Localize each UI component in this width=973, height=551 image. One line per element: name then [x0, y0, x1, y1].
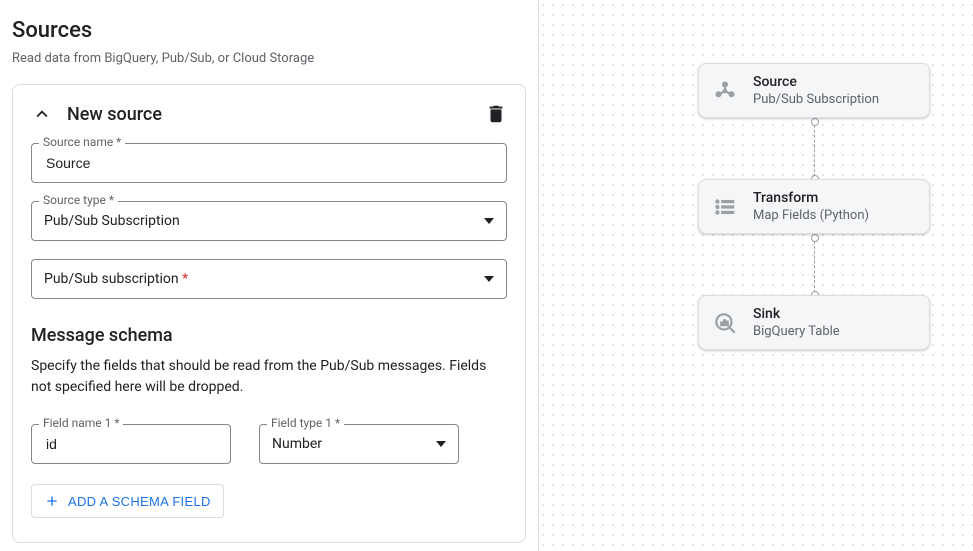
source-type-field: Source type * Pub/Sub Subscription	[31, 201, 507, 241]
field-name-input-wrap	[31, 424, 231, 464]
node-body: Transform Map Fields (Python)	[753, 190, 869, 223]
field-type-select[interactable]: Number	[259, 424, 459, 464]
card-header: New source	[31, 103, 507, 125]
sources-panel: Sources Read data from BigQuery, Pub/Sub…	[0, 0, 538, 551]
add-schema-field-button[interactable]: ADD A SCHEMA FIELD	[31, 484, 224, 518]
page-title: Sources	[12, 18, 526, 43]
subscription-field: Pub/Sub subscription *	[31, 259, 507, 299]
source-name-input[interactable]	[44, 144, 494, 182]
node-title: Sink	[753, 306, 840, 322]
list-icon	[711, 193, 739, 221]
source-name-input-wrap	[31, 143, 507, 183]
field-name-wrap: Field name 1 *	[31, 424, 231, 464]
field-type-value: Number	[272, 436, 322, 452]
schema-heading: Message schema	[31, 325, 507, 346]
node-sink[interactable]: Sink BigQuery Table	[698, 295, 930, 350]
subscription-required-star: *	[182, 271, 188, 287]
field-type-wrap: Field type 1 * Number	[259, 424, 459, 464]
pubsub-icon	[711, 77, 739, 105]
caret-down-icon	[484, 218, 494, 224]
node-body: Source Pub/Sub Subscription	[753, 74, 879, 107]
edge-source-transform	[814, 120, 815, 177]
subscription-label-text: Pub/Sub subscription	[44, 271, 182, 287]
add-schema-field-label: ADD A SCHEMA FIELD	[68, 494, 211, 509]
port-source-out[interactable]	[811, 118, 819, 126]
node-title: Source	[753, 74, 879, 90]
source-name-label: Source name *	[39, 135, 125, 149]
schema-description: Specify the fields that should be read f…	[31, 356, 507, 398]
subscription-select[interactable]: Pub/Sub subscription *	[31, 259, 507, 299]
edge-transform-sink	[814, 236, 815, 293]
caret-down-icon	[436, 441, 446, 447]
node-body: Sink BigQuery Table	[753, 306, 840, 339]
source-type-value: Pub/Sub Subscription	[44, 213, 180, 229]
source-name-field: Source name *	[31, 143, 507, 183]
source-card: New source Source name * Source type * P…	[12, 84, 526, 543]
node-subtitle: Map Fields (Python)	[753, 208, 869, 223]
source-type-select[interactable]: Pub/Sub Subscription	[31, 201, 507, 241]
port-transform-out[interactable]	[811, 234, 819, 242]
node-subtitle: Pub/Sub Subscription	[753, 92, 879, 107]
field-type-label: Field type 1 *	[267, 416, 344, 430]
caret-down-icon	[484, 276, 494, 282]
bigquery-icon	[711, 309, 739, 337]
field-name-label: Field name 1 *	[39, 416, 123, 430]
subscription-placeholder: Pub/Sub subscription *	[44, 271, 188, 287]
card-title: New source	[67, 104, 471, 125]
page-subtitle: Read data from BigQuery, Pub/Sub, or Clo…	[12, 51, 526, 66]
field-name-input[interactable]	[44, 425, 218, 463]
node-subtitle: BigQuery Table	[753, 324, 840, 339]
source-type-label: Source type *	[39, 193, 118, 207]
node-title: Transform	[753, 190, 869, 206]
plus-icon	[44, 493, 60, 509]
node-transform[interactable]: Transform Map Fields (Python)	[698, 179, 930, 234]
pipeline-canvas[interactable]: Source Pub/Sub Subscription Transform Ma…	[538, 0, 973, 551]
delete-icon[interactable]	[485, 103, 507, 125]
schema-row: Field name 1 * Field type 1 * Number	[31, 424, 507, 464]
collapse-icon[interactable]	[31, 103, 53, 125]
node-source[interactable]: Source Pub/Sub Subscription	[698, 63, 930, 118]
